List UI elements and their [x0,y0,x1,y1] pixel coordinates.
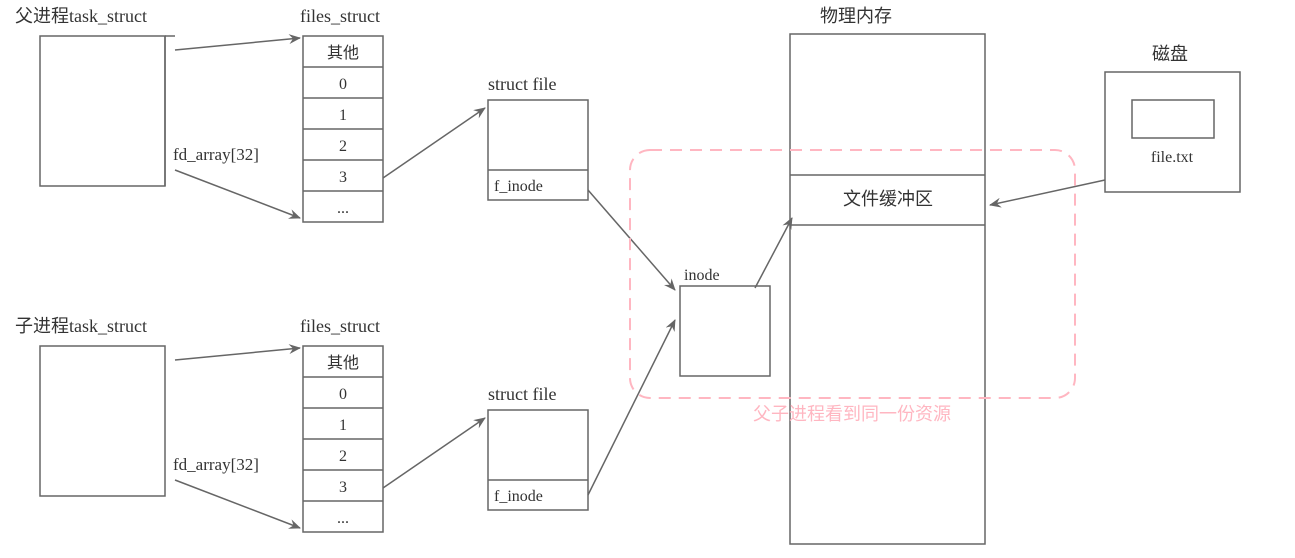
inode-box [680,286,770,376]
child-task-struct-title: 子进程task_struct [15,316,147,336]
parent-f-inode-label: f_inode [494,178,543,195]
child-fd-array-label: fd_array[32] [173,455,259,474]
disk-to-buffer-arrow [990,180,1105,205]
child-row-1: 1 [339,417,347,434]
child-row-other: 其他 [327,354,359,372]
child-struct-file-label: struct file [488,384,556,404]
child-fd-table: 其他 0 1 2 3 ... [303,346,383,532]
parent-row-dots: ... [337,200,349,217]
file-buffer-label: 文件缓冲区 [843,189,933,209]
parent-row-2: 2 [339,138,347,155]
parent-files-struct-label: files_struct [300,6,380,26]
parent-row-1: 1 [339,107,347,124]
inode-label: inode [684,267,720,284]
disk-filename: file.txt [1151,149,1194,166]
parent-task-struct-title: 父进程task_struct [15,6,147,26]
child-row-2: 2 [339,448,347,465]
disk-title: 磁盘 [1152,44,1188,64]
parent-row-0: 0 [339,76,347,93]
parent-fd3-to-file-arrow [383,108,485,178]
disk-file-box [1132,100,1214,138]
child-files-struct-label: files_struct [300,316,380,336]
parent-to-files-arrow-2 [175,170,300,218]
child-task-struct-box [40,346,165,496]
parent-task-struct-box [40,36,165,186]
parent-row-other: 其他 [327,44,359,62]
physical-memory-title: 物理内存 [820,6,892,26]
parent-fd-array-label: fd_array[32] [173,145,259,164]
child-row-dots: ... [337,510,349,527]
child-to-files-arrow-2 [175,480,300,528]
physical-memory-box [790,34,985,544]
child-fd3-to-file-arrow [383,418,485,488]
inode-to-buffer-arrow [755,218,792,288]
child-finode-to-inode-arrow [588,320,675,495]
parent-row-3: 3 [339,169,347,186]
disk-box [1105,72,1240,192]
parent-fd-table: 其他 0 1 2 3 ... [303,36,383,222]
child-row-0: 0 [339,386,347,403]
parent-to-files-arrow-1 [175,38,300,50]
child-row-3: 3 [339,479,347,496]
shared-resource-annotation: 父子进程看到同一份资源 [753,404,951,424]
parent-finode-to-inode-arrow [588,190,675,290]
child-f-inode-label: f_inode [494,488,543,505]
child-to-files-arrow-1 [175,348,300,360]
parent-struct-file-label: struct file [488,74,556,94]
